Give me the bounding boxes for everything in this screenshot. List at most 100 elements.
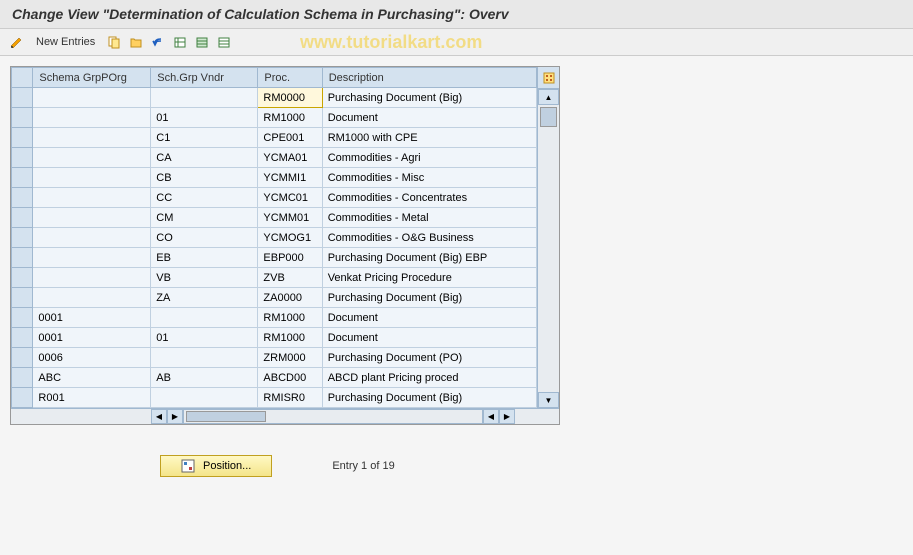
position-button[interactable]: Position... <box>160 455 272 477</box>
row-selector[interactable] <box>12 348 33 368</box>
cell-desc[interactable]: Document <box>322 328 536 348</box>
table-row[interactable]: CCYCMC01Commodities - Concentrates <box>12 188 537 208</box>
cell-desc[interactable]: Commodities - Misc <box>322 168 536 188</box>
row-selector[interactable] <box>12 88 33 108</box>
cell-grpvndr[interactable]: CO <box>151 228 258 248</box>
cell-proc[interactable]: RM1000 <box>258 108 322 128</box>
row-selector[interactable] <box>12 328 33 348</box>
cell-grporg[interactable] <box>33 288 151 308</box>
table-row[interactable]: ABCABABCD00ABCD plant Pricing proced <box>12 368 537 388</box>
cell-grporg[interactable]: 0001 <box>33 328 151 348</box>
row-selector[interactable] <box>12 268 33 288</box>
row-selector[interactable] <box>12 148 33 168</box>
row-selector[interactable] <box>12 108 33 128</box>
vertical-scrollbar-thumb[interactable] <box>540 107 557 127</box>
table-row[interactable]: CBYCMMI1Commodities - Misc <box>12 168 537 188</box>
table-row[interactable]: 000101RM1000Document <box>12 328 537 348</box>
cell-proc[interactable]: YCMA01 <box>258 148 322 168</box>
undo-icon[interactable] <box>149 33 167 51</box>
cell-grporg[interactable] <box>33 88 151 108</box>
new-entries-button[interactable]: New Entries <box>30 34 101 50</box>
cell-proc[interactable]: YCMM01 <box>258 208 322 228</box>
cell-grpvndr[interactable]: C1 <box>151 128 258 148</box>
cell-proc[interactable]: RM0000 <box>258 88 322 108</box>
cell-grpvndr[interactable]: CB <box>151 168 258 188</box>
cell-grporg[interactable] <box>33 168 151 188</box>
scroll-right-button[interactable]: ▶ <box>167 409 183 424</box>
table-row[interactable]: ZAZA0000Purchasing Document (Big) <box>12 288 537 308</box>
cell-desc[interactable]: Purchasing Document (PO) <box>322 348 536 368</box>
cell-proc[interactable]: CPE001 <box>258 128 322 148</box>
cell-grpvndr[interactable] <box>151 308 258 328</box>
table-row[interactable]: 0006ZRM000Purchasing Document (PO) <box>12 348 537 368</box>
row-selector[interactable] <box>12 188 33 208</box>
cell-desc[interactable]: Commodities - Agri <box>322 148 536 168</box>
row-selector[interactable] <box>12 168 33 188</box>
cell-grpvndr[interactable]: ZA <box>151 288 258 308</box>
table-row[interactable]: 0001RM1000Document <box>12 308 537 328</box>
cell-grpvndr[interactable] <box>151 88 258 108</box>
row-selector-header[interactable] <box>12 68 33 88</box>
cell-proc[interactable]: RM1000 <box>258 328 322 348</box>
scroll-left-button[interactable]: ◀ <box>151 409 167 424</box>
cell-proc[interactable]: YCMMI1 <box>258 168 322 188</box>
cell-grporg[interactable] <box>33 188 151 208</box>
scroll-down-button[interactable]: ▼ <box>538 392 559 408</box>
row-selector[interactable] <box>12 308 33 328</box>
cell-grporg[interactable]: R001 <box>33 388 151 408</box>
cell-grpvndr[interactable]: AB <box>151 368 258 388</box>
cell-proc[interactable]: EBP000 <box>258 248 322 268</box>
row-selector[interactable] <box>12 208 33 228</box>
cell-proc[interactable]: ZRM000 <box>258 348 322 368</box>
delimit-icon[interactable] <box>171 33 189 51</box>
col-header-grpvndr[interactable]: Sch.Grp Vndr <box>151 68 258 88</box>
cell-desc[interactable]: Purchasing Document (Big) <box>322 388 536 408</box>
folder-icon[interactable] <box>127 33 145 51</box>
scroll-last-button[interactable]: ▶ <box>499 409 515 424</box>
horizontal-scrollbar-thumb[interactable] <box>186 411 266 422</box>
table-row[interactable]: COYCMOG1Commodities - O&G Business <box>12 228 537 248</box>
col-header-desc[interactable]: Description <box>322 68 536 88</box>
cell-grporg[interactable] <box>33 208 151 228</box>
copy-icon[interactable] <box>105 33 123 51</box>
table-row[interactable]: C1CPE001RM1000 with CPE <box>12 128 537 148</box>
cell-grpvndr[interactable]: CC <box>151 188 258 208</box>
cell-grporg[interactable] <box>33 268 151 288</box>
col-header-grporg[interactable]: Schema GrpPOrg <box>33 68 151 88</box>
cell-desc[interactable]: Commodities - Concentrates <box>322 188 536 208</box>
table-settings-icon[interactable] <box>538 67 559 89</box>
table-row[interactable]: VBZVBVenkat Pricing Procedure <box>12 268 537 288</box>
row-selector[interactable] <box>12 388 33 408</box>
cell-grporg[interactable] <box>33 108 151 128</box>
cell-proc[interactable]: YCMC01 <box>258 188 322 208</box>
cell-desc[interactable]: RM1000 with CPE <box>322 128 536 148</box>
col-header-proc[interactable]: Proc. <box>258 68 322 88</box>
table-row[interactable]: 01RM1000Document <box>12 108 537 128</box>
cell-desc[interactable]: Commodities - O&G Business <box>322 228 536 248</box>
table-row[interactable]: R001 RMISR0Purchasing Document (Big) <box>12 388 537 408</box>
cell-desc[interactable]: Purchasing Document (Big) <box>322 88 536 108</box>
cell-grpvndr[interactable]: CM <box>151 208 258 228</box>
row-selector[interactable] <box>12 288 33 308</box>
vertical-scrollbar-track[interactable] <box>538 105 559 392</box>
deselect-all-icon[interactable] <box>215 33 233 51</box>
cell-grporg[interactable] <box>33 228 151 248</box>
scroll-first-button[interactable]: ◀ <box>483 409 499 424</box>
select-all-icon[interactable] <box>193 33 211 51</box>
cell-desc[interactable]: Document <box>322 308 536 328</box>
table-row[interactable]: CAYCMA01Commodities - Agri <box>12 148 537 168</box>
cell-grpvndr[interactable]: 01 <box>151 328 258 348</box>
cell-proc[interactable]: RMISR0 <box>258 388 322 408</box>
cell-grpvndr[interactable]: CA <box>151 148 258 168</box>
horizontal-scrollbar-track[interactable] <box>183 409 483 424</box>
pencil-glasses-icon[interactable] <box>8 33 26 51</box>
cell-grporg[interactable] <box>33 128 151 148</box>
cell-desc[interactable]: Purchasing Document (Big) EBP <box>322 248 536 268</box>
row-selector[interactable] <box>12 368 33 388</box>
cell-grpvndr[interactable]: EB <box>151 248 258 268</box>
cell-grporg[interactable]: ABC <box>33 368 151 388</box>
cell-desc[interactable]: Purchasing Document (Big) <box>322 288 536 308</box>
cell-desc[interactable]: Venkat Pricing Procedure <box>322 268 536 288</box>
table-row[interactable]: RM0000Purchasing Document (Big) <box>12 88 537 108</box>
cell-proc[interactable]: ABCD00 <box>258 368 322 388</box>
